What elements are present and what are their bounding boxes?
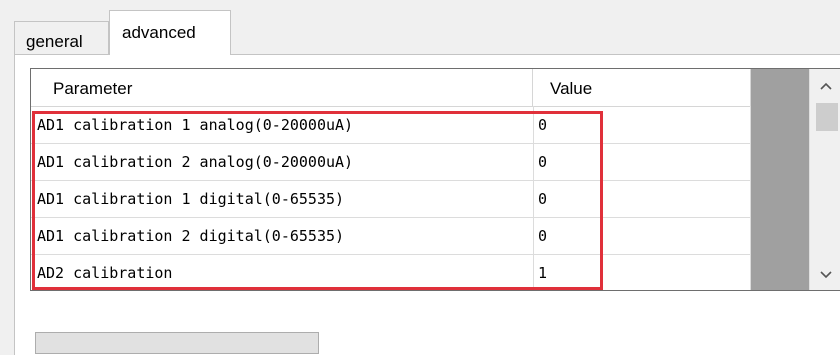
scrollbar-thumb[interactable] [816,103,838,131]
table-row[interactable]: AD1 calibration 1 digital(0-65535) 0 [31,181,751,218]
parameter-grid: Parameter Value AD1 calibration 1 analog… [30,68,840,291]
table-row[interactable]: AD2 calibration 1 [31,255,751,290]
value-cell[interactable]: 0 [538,190,748,208]
table-row[interactable]: AD1 calibration 2 analog(0-20000uA) 0 [31,144,751,181]
value-cell[interactable]: 1 [538,264,748,282]
param-cell: AD1 calibration 2 analog(0-20000uA) [37,153,354,171]
column-divider [533,106,534,290]
param-cell: AD1 calibration 1 analog(0-20000uA) [37,116,354,134]
value-cell[interactable]: 0 [538,116,748,134]
chevron-down-icon[interactable] [819,270,833,280]
chevron-up-icon[interactable] [819,81,833,91]
param-cell: AD2 calibration [37,264,173,282]
tab-general[interactable]: general [14,21,109,54]
column-header-value[interactable]: Value [534,69,751,106]
value-cell[interactable]: 0 [538,153,748,171]
column-header-parameter[interactable]: Parameter [31,69,533,106]
table-row[interactable]: AD1 calibration 2 digital(0-65535) 0 [31,218,751,255]
param-cell: AD1 calibration 1 digital(0-65535) [37,190,345,208]
table-row[interactable]: AD1 calibration 1 analog(0-20000uA) 0 [31,107,751,144]
partial-button[interactable] [35,332,319,354]
grid-header: Parameter Value [31,69,751,107]
vertical-scrollbar[interactable] [809,69,840,290]
tab-advanced[interactable]: advanced [109,10,231,55]
value-cell[interactable]: 0 [538,227,748,245]
param-cell: AD1 calibration 2 digital(0-65535) [37,227,345,245]
empty-grid-area [751,69,809,290]
